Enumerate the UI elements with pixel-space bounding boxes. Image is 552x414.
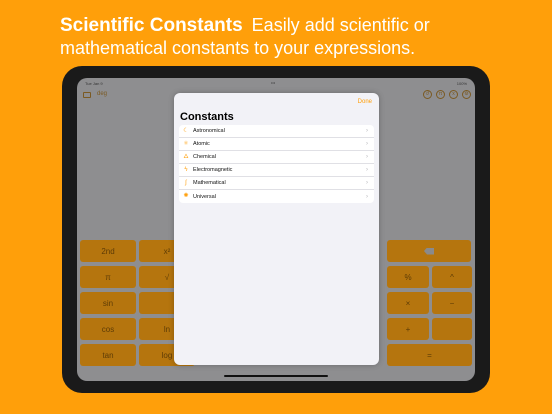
moon-icon: ☾ [183, 127, 189, 134]
key-multiply[interactable]: × [387, 292, 429, 314]
headline: Scientific Constants Easily add scientif… [60, 14, 540, 59]
sidebar-icon[interactable] [83, 92, 91, 98]
chevron-right-icon: › [366, 193, 368, 200]
list-item-label: Astronomical [193, 128, 225, 134]
list-item-chemical[interactable]: 🜂 Chemical › [179, 151, 374, 164]
chevron-right-icon: › [366, 128, 368, 134]
battery-level: 100% [456, 81, 467, 86]
key-blank-2[interactable] [432, 318, 472, 340]
lightning-icon: ϟ [184, 166, 188, 173]
sparkle-icon: ✺ [183, 193, 189, 199]
chevron-right-icon: › [366, 154, 368, 160]
variables-icon[interactable]: x [449, 90, 458, 99]
list-item-universal[interactable]: ✺ Universal › [179, 190, 374, 203]
constants-list: ☾ Astronomical › ⚛ Atomic › 🜂 Chemical ›… [179, 125, 374, 203]
key-minus[interactable]: − [432, 292, 472, 314]
atom-icon: ⚛ [183, 140, 189, 147]
key-cos[interactable]: cos [80, 318, 136, 340]
function-icon: ∫ [185, 179, 187, 186]
history-icon[interactable]: ↺ [423, 90, 432, 99]
chevron-right-icon: › [366, 180, 368, 186]
headline-bold: Scientific Constants [60, 15, 243, 36]
list-item-label: Electromagnetic [193, 167, 233, 173]
key-plus[interactable]: + [387, 318, 429, 340]
key-2nd[interactable]: 2nd [80, 240, 136, 262]
chevron-right-icon: › [366, 141, 368, 147]
modal-title: Constants [180, 111, 234, 123]
status-time: Tue Jan 9 [85, 81, 103, 86]
constants-modal: Done Constants ☾ Astronomical › ⚛ Atomic… [174, 93, 379, 365]
backspace-icon [424, 247, 434, 255]
toolbar-tools: ↺ π x ⚙ [423, 90, 471, 99]
key-sin[interactable]: sin [80, 292, 136, 314]
key-percent[interactable]: % [387, 266, 429, 288]
key-equals[interactable]: = [387, 344, 472, 366]
chevron-right-icon: › [366, 167, 368, 173]
settings-icon[interactable]: ⚙ [462, 90, 471, 99]
constants-icon[interactable]: π [436, 90, 445, 99]
flame-icon: 🜂 [183, 153, 189, 160]
status-bar: Tue Jan 9 ••• 100% [77, 78, 475, 86]
home-indicator[interactable] [224, 375, 328, 377]
key-tan[interactable]: tan [80, 344, 136, 366]
list-item-mathematical[interactable]: ∫ Mathematical › [179, 177, 374, 190]
list-item-label: Mathematical [193, 180, 226, 186]
key-power[interactable]: ^ [432, 266, 472, 288]
multitask-dots[interactable]: ••• [271, 80, 275, 85]
key-backspace[interactable] [387, 240, 471, 262]
list-item-atomic[interactable]: ⚛ Atomic › [179, 138, 374, 151]
list-item-astronomical[interactable]: ☾ Astronomical › [179, 125, 374, 138]
angle-mode-button[interactable]: deg [97, 91, 107, 97]
key-pi[interactable]: π [80, 266, 136, 288]
done-button[interactable]: Done [358, 99, 372, 105]
list-item-electromagnetic[interactable]: ϟ Electromagnetic › [179, 164, 374, 177]
list-item-label: Universal [193, 193, 216, 200]
list-item-label: Atomic [193, 141, 210, 147]
list-item-label: Chemical [193, 154, 216, 160]
